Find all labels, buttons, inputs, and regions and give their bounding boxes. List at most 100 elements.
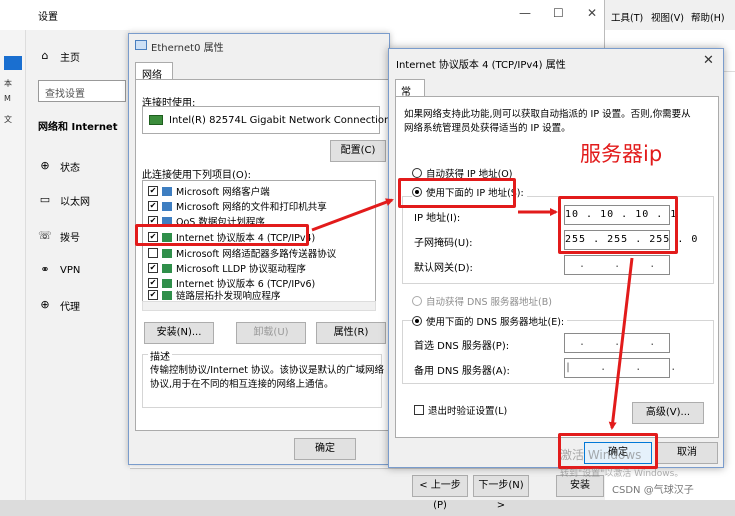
vpn-icon: ⚭ (40, 263, 50, 276)
list-item-label: Microsoft 网络适配器多路传送器协议 (176, 249, 337, 260)
list-item-label: Internet 协议版本 4 (TCP/IPv4) (176, 233, 316, 244)
checkbox[interactable]: ✔ (148, 201, 158, 211)
validate-checkbox-row[interactable]: 退出时验证设置(L) (414, 403, 507, 417)
windows-logo-icon (4, 56, 22, 70)
network-icon (135, 40, 147, 50)
ipv4-cancel-button[interactable]: 取消 (656, 442, 718, 464)
list-item[interactable]: ✔ Microsoft 网络客户端 (148, 184, 270, 198)
nav-status-label: 状态 (60, 162, 80, 174)
left-strip-item: M (4, 94, 11, 103)
wizard-bar: < 上一步(P) 下一步(N) > 安装 (130, 468, 605, 511)
maximize-icon[interactable]: ☐ (553, 6, 564, 20)
protocol-icon (162, 290, 172, 300)
gateway-field[interactable]: . . . (564, 255, 670, 275)
ip-address-field[interactable]: 10 . 10 . 10 . 1 (564, 205, 676, 225)
auto-ip-radio[interactable]: 自动获得 IP 地址(O) (412, 166, 512, 180)
nav-proxy[interactable]: ⊕ 代理 (38, 295, 80, 315)
uninstall-button: 卸载(U) (236, 322, 306, 344)
checkbox[interactable]: ✔ (148, 263, 158, 273)
alternate-dns-field[interactable]: | . . . (564, 358, 676, 378)
server-ip-annotation: 服务器ip (580, 142, 663, 166)
description-text: 传输控制协议/Internet 协议。该协议是默认的广域网络协议,用于在不同的相… (150, 365, 384, 390)
proxy-icon: ⊕ (40, 298, 50, 311)
nav-home-label: 主页 (60, 52, 80, 64)
nav-section-heading: 网络和 Internet (38, 122, 118, 133)
protocol-icon (162, 248, 172, 258)
csdn-watermark: CSDN @气球汉子 (612, 481, 694, 496)
subnet-mask-label: 子网掩码(U): (414, 238, 473, 249)
manual-dns-radio[interactable]: 使用下面的 DNS 服务器地址(E): (412, 314, 568, 328)
nav-vpn-label: VPN (60, 264, 81, 276)
preferred-dns-label: 首选 DNS 服务器(P): (414, 341, 510, 352)
list-item-label: Microsoft LLDP 协议驱动程序 (176, 264, 306, 275)
qos-icon (162, 216, 172, 226)
protocol-icon (162, 232, 172, 242)
tab-general[interactable]: 常规 (395, 79, 425, 113)
list-item-label: Internet 协议版本 6 (TCP/IPv6) (176, 279, 316, 290)
list-item-ipv4[interactable]: ✔ Internet 协议版本 4 (TCP/IPv4) (148, 230, 315, 244)
search-placeholder: 查找设置 (45, 89, 85, 100)
wizard-next-button[interactable]: 下一步(N) > (473, 475, 529, 511)
tab-network[interactable]: 网络 (135, 62, 173, 81)
validate-checkbox[interactable] (414, 405, 424, 415)
manual-ip-label: 使用下面的 IP 地址(S): (426, 188, 524, 199)
adapter-name: Intel(R) 82574L Gigabit Network Connecti… (169, 115, 391, 126)
adapter-box: Intel(R) 82574L Gigabit Network Connecti… (142, 106, 390, 134)
list-item[interactable]: ✔ Microsoft LLDP 协议驱动程序 (148, 261, 306, 275)
home-icon: ⌂ (41, 49, 49, 62)
install-button[interactable]: 安装(N)... (144, 322, 214, 344)
checkbox[interactable] (148, 248, 158, 258)
list-item[interactable]: ✔ Microsoft 网络的文件和打印机共享 (148, 199, 327, 213)
gateway-label: 默认网关(D): (414, 263, 473, 274)
nav-dialup[interactable]: ☏ 拨号 (38, 226, 80, 246)
network-card-icon (149, 115, 163, 125)
auto-dns-label: 自动获得 DNS 服务器地址(B) (426, 297, 552, 308)
preferred-dns-field[interactable]: . . . (564, 333, 670, 353)
share-icon (162, 201, 172, 211)
checkbox[interactable]: ✔ (148, 278, 158, 288)
close-icon[interactable]: ✕ (703, 53, 714, 68)
radio-button (412, 296, 422, 306)
left-strip-item: 本 (4, 79, 12, 88)
nav-home[interactable]: ⌂ 主页 (38, 46, 81, 66)
list-horizontal-scrollbar[interactable] (142, 301, 376, 311)
minimize-icon[interactable]: — (519, 6, 531, 20)
nav-status[interactable]: ⊕ 状态 (38, 156, 80, 176)
list-item[interactable]: ✔ QoS 数据包计划程序 (148, 214, 265, 228)
nav-ethernet-label: 以太网 (60, 196, 90, 208)
list-item-label: 链路层拓扑发现响应程序 (176, 291, 281, 300)
description-title: 描述 (148, 348, 172, 363)
list-item[interactable]: ✔ Internet 协议版本 6 (TCP/IPv6) (148, 276, 315, 290)
eth-dialog-title: Ethernet0 属性 (151, 43, 224, 54)
nav-vpn[interactable]: ⚭ VPN (38, 260, 80, 280)
ipv4-info-text: 如果网络支持此功能,则可以获取自动指派的 IP 设置。否则,你需要从网络系统管理… (404, 109, 691, 134)
checkbox[interactable]: ✔ (148, 290, 158, 300)
wizard-back-button[interactable]: < 上一步(P) (412, 475, 468, 511)
advanced-button[interactable]: 高级(V)... (632, 402, 704, 424)
checkbox[interactable]: ✔ (148, 232, 158, 242)
radio-button[interactable] (412, 187, 422, 197)
close-icon[interactable]: ✕ (587, 6, 597, 20)
left-strip-item: 文 (4, 115, 12, 124)
auto-ip-label: 自动获得 IP 地址(O) (426, 169, 513, 180)
nav-dialup-label: 拨号 (60, 232, 80, 244)
properties-button[interactable]: 属性(R) (316, 322, 386, 344)
list-item[interactable]: ✔ 链路层拓扑发现响应程序 (148, 290, 281, 300)
subnet-mask-field[interactable]: 255 . 255 . 255 . 0 (564, 230, 697, 250)
manual-ip-radio[interactable]: 使用下面的 IP 地址(S): (412, 185, 527, 199)
settings-search-input[interactable]: 查找设置 (38, 80, 126, 102)
eth-ok-button[interactable]: 确定 (294, 438, 356, 460)
menu-view[interactable]: 视图(V) (651, 10, 684, 24)
radio-button[interactable] (412, 168, 422, 178)
menu-help[interactable]: 帮助(H) (691, 10, 725, 24)
settings-title: 设置 (38, 12, 58, 23)
checkbox[interactable]: ✔ (148, 186, 158, 196)
configure-button[interactable]: 配置(C) (330, 140, 386, 162)
protocol-icon (162, 263, 172, 273)
menu-tools[interactable]: 工具(T) (611, 10, 643, 24)
list-item[interactable]: Microsoft 网络适配器多路传送器协议 (148, 246, 336, 260)
checkbox[interactable]: ✔ (148, 216, 158, 226)
nav-ethernet[interactable]: ▭ 以太网 (38, 190, 90, 210)
activate-windows-hint: 转到"设置"以激活 Windows。 (560, 469, 684, 479)
radio-button[interactable] (412, 316, 422, 326)
